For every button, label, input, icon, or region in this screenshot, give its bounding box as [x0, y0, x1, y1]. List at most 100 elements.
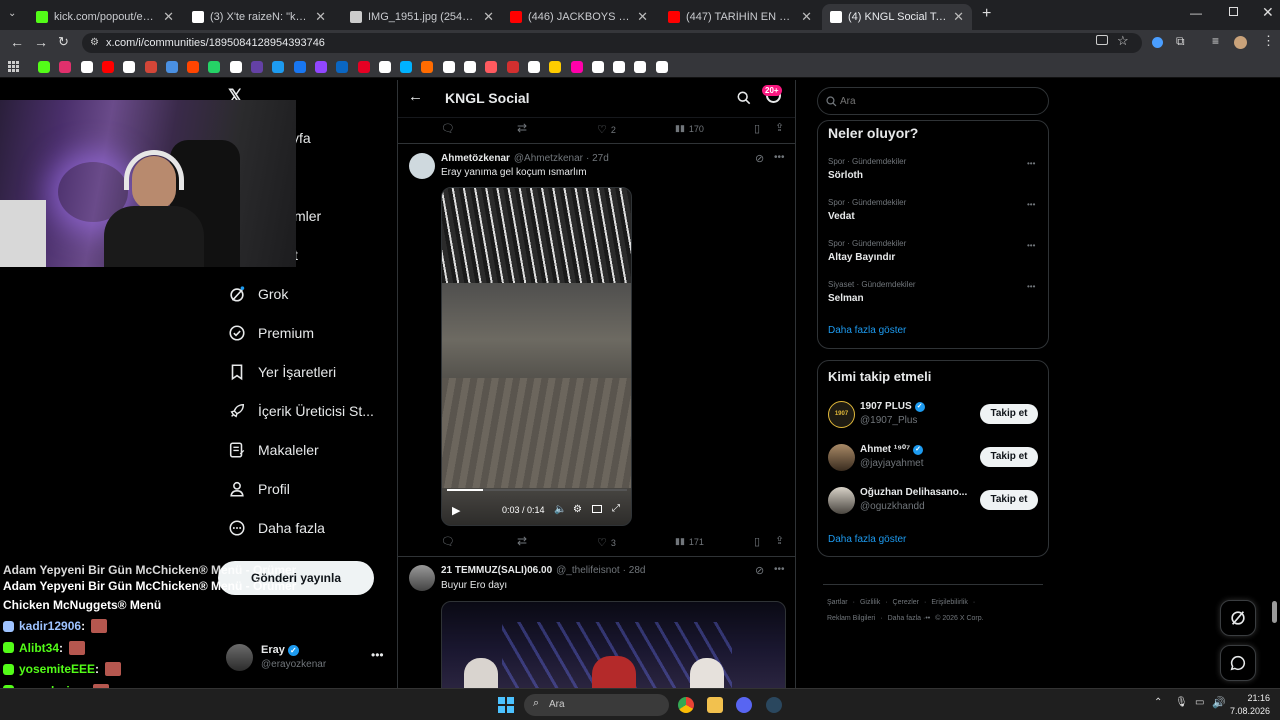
- back-icon[interactable]: ←: [10, 34, 24, 50]
- views-button[interactable]: ▮▮ 171: [675, 536, 704, 547]
- bookmark-favicon-icon[interactable]: [400, 61, 413, 73]
- close-window-button[interactable]: ✕: [1262, 4, 1274, 21]
- bookmark-favicon-icon[interactable]: [527, 61, 540, 73]
- bookmark-favicon-icon[interactable]: [293, 61, 306, 73]
- bookmark-favicon-icon[interactable]: [570, 61, 583, 73]
- browser-tab[interactable]: kick.com/popout/eray/chat ✕: [28, 4, 182, 30]
- nav-profile[interactable]: Profil: [228, 476, 290, 502]
- network-icon[interactable]: ▭: [1195, 697, 1204, 708]
- trend-more-icon[interactable]: •••: [1027, 241, 1035, 250]
- bookmark-favicon-icon[interactable]: [421, 61, 434, 73]
- follow-suggestion-row[interactable]: Ahmet ¹⁹⁰⁷ ✓ @jayjayahmet: [828, 443, 968, 473]
- share-icon[interactable]: ⇪: [775, 121, 784, 134]
- new-tab-button[interactable]: +: [982, 5, 991, 23]
- file-explorer-icon[interactable]: [707, 697, 723, 713]
- like-button[interactable]: ♡ 3: [597, 536, 616, 549]
- tweet-avatar[interactable]: [409, 565, 435, 591]
- trend-more-icon[interactable]: •••: [1027, 200, 1035, 209]
- bookmark-favicon-icon[interactable]: [59, 61, 72, 73]
- grok-float-button[interactable]: [1220, 600, 1256, 636]
- chat-username[interactable]: kadir12906: [19, 619, 81, 633]
- views-button[interactable]: ▮▮ 170: [675, 123, 704, 134]
- tweet-author-handle[interactable]: @Ahmetzkenar: [514, 153, 583, 164]
- follow-button[interactable]: Takip et: [980, 404, 1038, 424]
- nav-bookmarks[interactable]: Yer İşaretleri: [228, 359, 336, 385]
- bookmark-favicon-icon[interactable]: [208, 61, 221, 73]
- search-box[interactable]: [817, 87, 1049, 115]
- nav-articles[interactable]: Makaleler: [228, 437, 319, 463]
- tweet-author-name[interactable]: Ahmetözkenar: [441, 153, 510, 164]
- tab-close-icon[interactable]: ✕: [637, 9, 648, 25]
- bookmark-favicon-icon[interactable]: [251, 61, 263, 73]
- bookmark-star-icon[interactable]: ☆: [1117, 33, 1129, 49]
- reply-icon[interactable]: 🗨: [441, 535, 455, 548]
- video-player[interactable]: ▶ 0:03 / 0:14 🔈 ⚙ ⤢: [441, 187, 632, 526]
- bookmark-favicon-icon[interactable]: [357, 61, 370, 73]
- restore-button[interactable]: [1229, 7, 1238, 16]
- footer-link-more[interactable]: Daha fazla ·••: [888, 615, 931, 622]
- repost-icon[interactable]: ⇄: [517, 534, 527, 548]
- tab-search-chevron-icon[interactable]: ⌄: [8, 8, 16, 19]
- tab-close-icon[interactable]: ✕: [163, 9, 174, 25]
- nav-grok[interactable]: Grok: [228, 281, 288, 307]
- bookmark-favicon-icon[interactable]: [38, 61, 50, 73]
- follow-suggestion-row[interactable]: Oğuzhan Delihasano... @oguzkhandd: [828, 486, 973, 516]
- footer-link-ads-info[interactable]: Reklam Bilgileri: [827, 615, 875, 622]
- chat-username[interactable]: Alibt34: [19, 641, 59, 655]
- bookmark-favicon-icon[interactable]: [187, 61, 200, 73]
- tweet-more-icon[interactable]: •••: [774, 152, 785, 163]
- browser-menu-icon[interactable]: ⋮: [1262, 33, 1275, 49]
- bookmark-favicon-icon[interactable]: [485, 61, 498, 73]
- nav-premium[interactable]: Premium: [228, 320, 314, 346]
- show-hidden-icons[interactable]: ⌃: [1154, 697, 1162, 708]
- play-icon[interactable]: ▶: [452, 504, 460, 517]
- extension-blue-icon[interactable]: [1152, 37, 1163, 48]
- bookmark-favicon-icon[interactable]: [123, 61, 136, 73]
- trend-item[interactable]: Spor · Gündemdekiler Vedat •••: [818, 194, 1048, 230]
- nav-partial-communities[interactable]: mler: [294, 208, 321, 224]
- bookmark-icon[interactable]: ▯: [754, 535, 760, 548]
- like-button[interactable]: ♡ 2: [597, 123, 616, 136]
- bookmark-favicon-icon[interactable]: [165, 61, 178, 73]
- browser-tab[interactable]: (4) KNGL Social Topluluk / X ✕: [822, 4, 972, 30]
- account-more-icon[interactable]: •••: [371, 648, 384, 662]
- tweet-author-name[interactable]: 21 TEMMUZ(SALI)06.00: [441, 565, 552, 576]
- footer-link-cookies[interactable]: Çerezler: [893, 599, 919, 606]
- tab-close-icon[interactable]: ✕: [953, 9, 964, 25]
- trends-show-more-link[interactable]: Daha fazla göster: [828, 325, 906, 336]
- follow-button[interactable]: Takip et: [980, 447, 1038, 467]
- bookmark-favicon-icon[interactable]: [101, 61, 114, 73]
- extensions-puzzle-icon[interactable]: ⧉: [1176, 34, 1185, 49]
- nav-more[interactable]: Daha fazla: [228, 515, 325, 541]
- volume-icon[interactable]: 🔊: [1212, 696, 1226, 709]
- start-button[interactable]: [498, 697, 514, 713]
- trend-item[interactable]: Spor · Gündemdekiler Altay Bayındır •••: [818, 235, 1048, 271]
- site-info-icon[interactable]: ⚙: [90, 33, 99, 53]
- taskbar-search[interactable]: ⌕ Ara: [524, 694, 669, 716]
- who-to-follow-show-more-link[interactable]: Daha fazla göster: [828, 534, 906, 545]
- tweet-time[interactable]: · 28d: [623, 565, 646, 576]
- tab-close-icon[interactable]: ✕: [315, 9, 326, 25]
- bookmark-favicon-icon[interactable]: [314, 61, 327, 73]
- address-bar[interactable]: ⚙ x.com/i/communities/189508412895439374…: [82, 33, 1142, 53]
- trend-more-icon[interactable]: •••: [1027, 159, 1035, 168]
- grok-explain-icon[interactable]: ⊘: [755, 564, 764, 577]
- microphone-icon[interactable]: 🎙: [1175, 697, 1188, 708]
- steam-icon[interactable]: [766, 697, 782, 713]
- bookmark-favicon-icon[interactable]: [336, 61, 349, 73]
- bookmark-favicon-icon[interactable]: [442, 61, 455, 73]
- tweet-author-handle[interactable]: @_thelifeisnot: [556, 565, 620, 576]
- bookmark-favicon-icon[interactable]: [272, 61, 285, 73]
- share-icon[interactable]: ⇪: [775, 534, 784, 547]
- back-arrow-icon[interactable]: ←: [408, 88, 423, 105]
- bookmark-favicon-icon[interactable]: [229, 61, 242, 73]
- browser-tab[interactable]: (446) JACKBOYS - GANG GANG ✕: [502, 4, 656, 30]
- browser-tab[interactable]: IMG_1951.jpg (254×426) ✕: [342, 4, 502, 30]
- tweet-more-icon[interactable]: •••: [774, 564, 785, 575]
- chat-username[interactable]: yosemiteEEE: [19, 662, 95, 676]
- trend-item[interactable]: Siyaset · Gündemdekiler Selman •••: [818, 276, 1048, 312]
- apps-grid-icon[interactable]: [8, 61, 19, 72]
- follow-button[interactable]: Takip et: [980, 490, 1038, 510]
- pip-icon[interactable]: [592, 505, 602, 513]
- footer-link-accessibility[interactable]: Erişilebilirlik: [931, 599, 968, 606]
